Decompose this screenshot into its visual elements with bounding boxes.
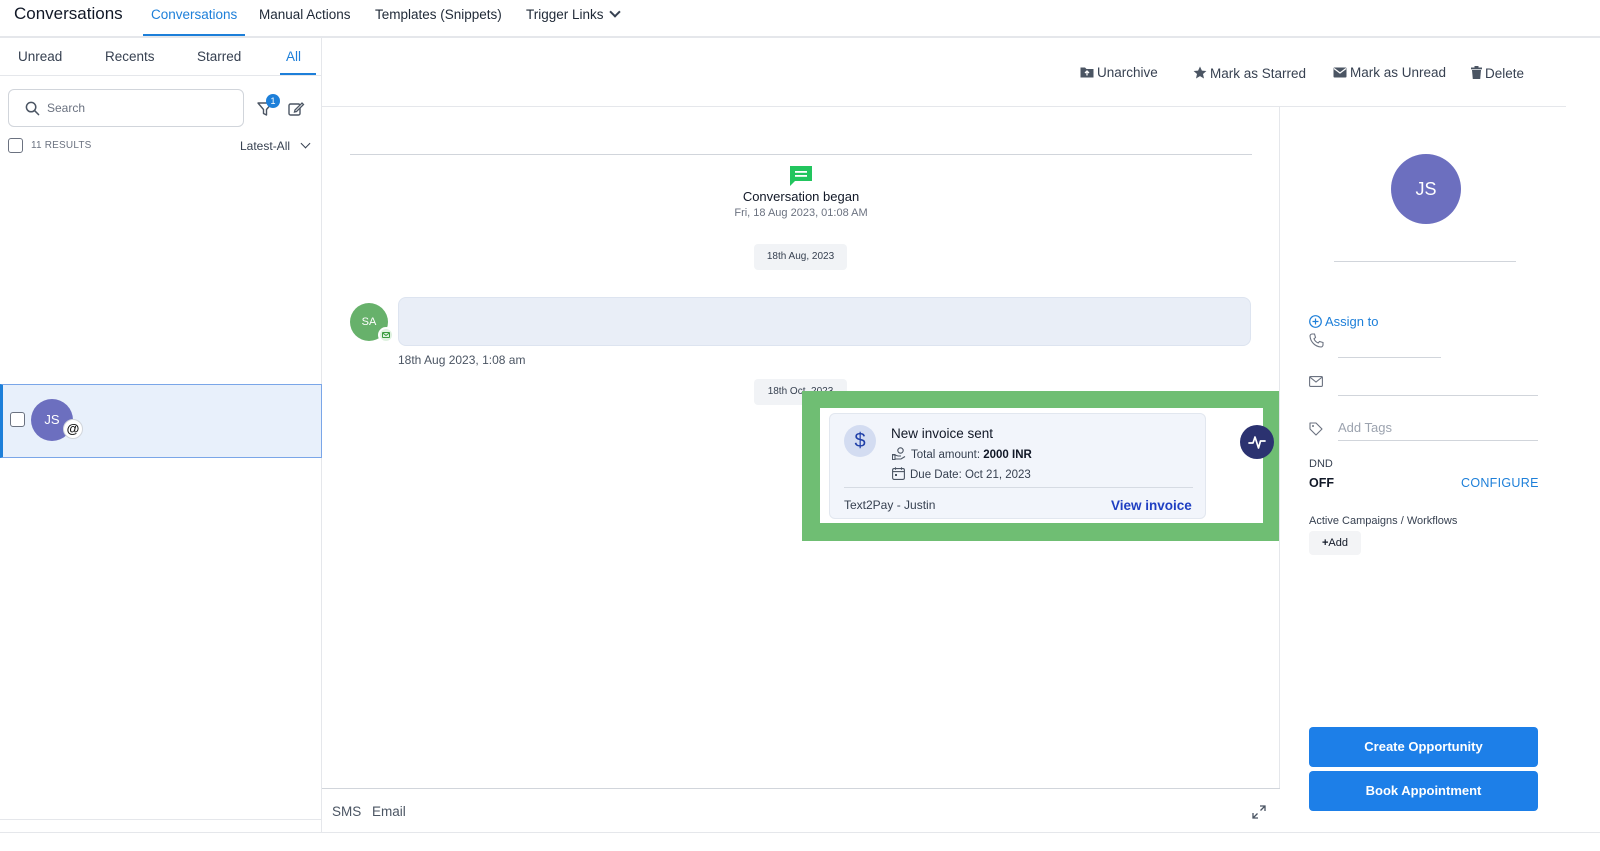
activity-pulse-icon <box>1248 436 1266 449</box>
assign-to-button[interactable]: Assign to <box>1309 313 1378 329</box>
top-navigation: Conversations Conversations Manual Actio… <box>0 0 1600 38</box>
conversation-list-item[interactable]: JS @ <box>0 384 322 458</box>
divider <box>0 75 321 76</box>
money-hand-icon <box>892 447 906 460</box>
sort-dropdown[interactable]: Latest-All <box>240 139 290 153</box>
date-separator: 18th Aug, 2023 <box>754 244 847 270</box>
message-bubble[interactable] <box>398 297 1251 346</box>
invoice-card: $ New invoice sent Total amount: 2000 IN… <box>829 413 1206 519</box>
tab-label: Conversations <box>151 7 238 22</box>
divider <box>0 819 321 820</box>
tag-icon <box>1309 422 1323 436</box>
conversation-began-date: Fri, 18 Aug 2023, 01:08 AM <box>734 207 868 219</box>
activity-avatar <box>1240 425 1274 459</box>
search-box[interactable] <box>8 89 244 127</box>
tab-templates[interactable]: Templates (Snippets) <box>375 7 502 36</box>
add-label: Add <box>1328 537 1348 549</box>
conversation-began-title: Conversation began <box>742 189 860 204</box>
mark-unread-button[interactable]: Mark as Unread <box>1333 65 1446 80</box>
highlighted-invoice-region: $ New invoice sent Total amount: 2000 IN… <box>802 391 1279 541</box>
invoice-message: $ New invoice sent Total amount: 2000 IN… <box>820 408 1274 523</box>
calendar-icon <box>892 467 905 480</box>
app-title: Conversations <box>14 4 123 23</box>
search-icon <box>25 101 40 116</box>
filter-count-badge: 1 <box>266 94 280 108</box>
create-opportunity-button[interactable]: Create Opportunity <box>1309 727 1538 767</box>
delete-button[interactable]: Delete <box>1471 65 1524 81</box>
filter-tab-recents[interactable]: Recents <box>105 49 155 64</box>
divider <box>844 487 1193 488</box>
results-count: 11 RESULTS <box>31 140 92 151</box>
add-campaign-button[interactable]: +Add <box>1309 531 1361 555</box>
envelope-icon <box>1333 67 1347 78</box>
tab-label: Trigger Links <box>526 7 604 22</box>
email-icon <box>1309 376 1323 387</box>
delete-label: Delete <box>1485 66 1525 81</box>
star-icon <box>1193 66 1207 79</box>
chat-icon <box>790 166 812 186</box>
mark-unread-label: Mark as Unread <box>1350 65 1447 80</box>
amount-label: Total amount: <box>911 449 984 461</box>
assign-to-label: Assign to <box>1325 314 1379 329</box>
message-timestamp: 18th Aug 2023, 1:08 am <box>398 353 526 367</box>
composer-tab-sms[interactable]: SMS <box>332 804 361 819</box>
composer-tab-email[interactable]: Email <box>372 804 406 819</box>
archive-icon <box>1080 67 1094 78</box>
conversation-toolbar: Unarchive Mark as Starred Mark as Unread… <box>322 38 1566 107</box>
invoice-amount: Total amount: 2000 INR <box>892 445 1032 461</box>
chevron-down-icon <box>608 6 621 18</box>
email-icon <box>378 327 394 343</box>
dollar-icon: $ <box>844 425 876 457</box>
search-input[interactable] <box>47 99 232 117</box>
unarchive-label: Unarchive <box>1097 65 1158 80</box>
email-channel-badge: @ <box>63 419 83 439</box>
mark-starred-label: Mark as Starred <box>1210 66 1307 81</box>
trash-icon <box>1471 66 1482 79</box>
filter-tab-starred[interactable]: Starred <box>197 49 241 64</box>
configure-dnd-button[interactable]: CONFIGURE <box>1461 476 1539 490</box>
campaigns-label: Active Campaigns / Workflows <box>1309 515 1458 527</box>
footer-strip <box>0 832 1600 851</box>
dnd-label: DND <box>1309 458 1333 470</box>
filter-tab-unread[interactable]: Unread <box>18 49 62 64</box>
email-field[interactable] <box>1338 395 1538 396</box>
compose-icon[interactable] <box>287 100 305 118</box>
filter-tab-all[interactable]: All <box>286 49 301 64</box>
chevron-down-icon[interactable] <box>300 138 311 149</box>
dnd-status: OFF <box>1309 476 1334 490</box>
due-date-text: Due Date: Oct 21, 2023 <box>910 469 1031 481</box>
divider <box>350 154 1252 155</box>
tab-manual-actions[interactable]: Manual Actions <box>259 7 351 36</box>
book-appointment-button[interactable]: Book Appointment <box>1309 771 1538 811</box>
invoice-due-date: Due Date: Oct 21, 2023 <box>892 465 1031 481</box>
mark-starred-button[interactable]: Mark as Starred <box>1193 65 1306 81</box>
invoice-title: New invoice sent <box>891 426 994 441</box>
tab-trigger-links[interactable]: Trigger Links <box>526 6 621 36</box>
view-invoice-link[interactable]: View invoice <box>1111 498 1192 513</box>
contact-name-field[interactable] <box>1334 261 1516 262</box>
add-tags-input[interactable]: Add Tags <box>1338 420 1538 435</box>
tags-underline <box>1338 440 1538 441</box>
contact-avatar: JS <box>1391 154 1461 224</box>
invoice-sender: Text2Pay - Justin <box>844 498 936 512</box>
expand-icon[interactable] <box>1252 805 1266 819</box>
phone-field[interactable] <box>1338 357 1441 358</box>
phone-icon <box>1309 333 1324 348</box>
message-composer: SMS Email <box>322 788 1280 832</box>
conversation-checkbox[interactable] <box>10 412 25 427</box>
unarchive-button[interactable]: Unarchive <box>1080 65 1158 80</box>
contact-details-panel: JS Assign to Add Tags DND OFF CONFIGURE … <box>1280 107 1566 832</box>
plus-circle-icon <box>1309 315 1322 328</box>
select-all-checkbox[interactable] <box>8 138 23 153</box>
tab-conversations[interactable]: Conversations <box>143 7 246 36</box>
conversation-thread: Conversation began Fri, 18 Aug 2023, 01:… <box>322 107 1280 788</box>
conversation-list-panel: Unread Recents Starred All 1 11 RESULTS … <box>0 38 322 851</box>
amount-value: 2000 INR <box>983 449 1032 461</box>
